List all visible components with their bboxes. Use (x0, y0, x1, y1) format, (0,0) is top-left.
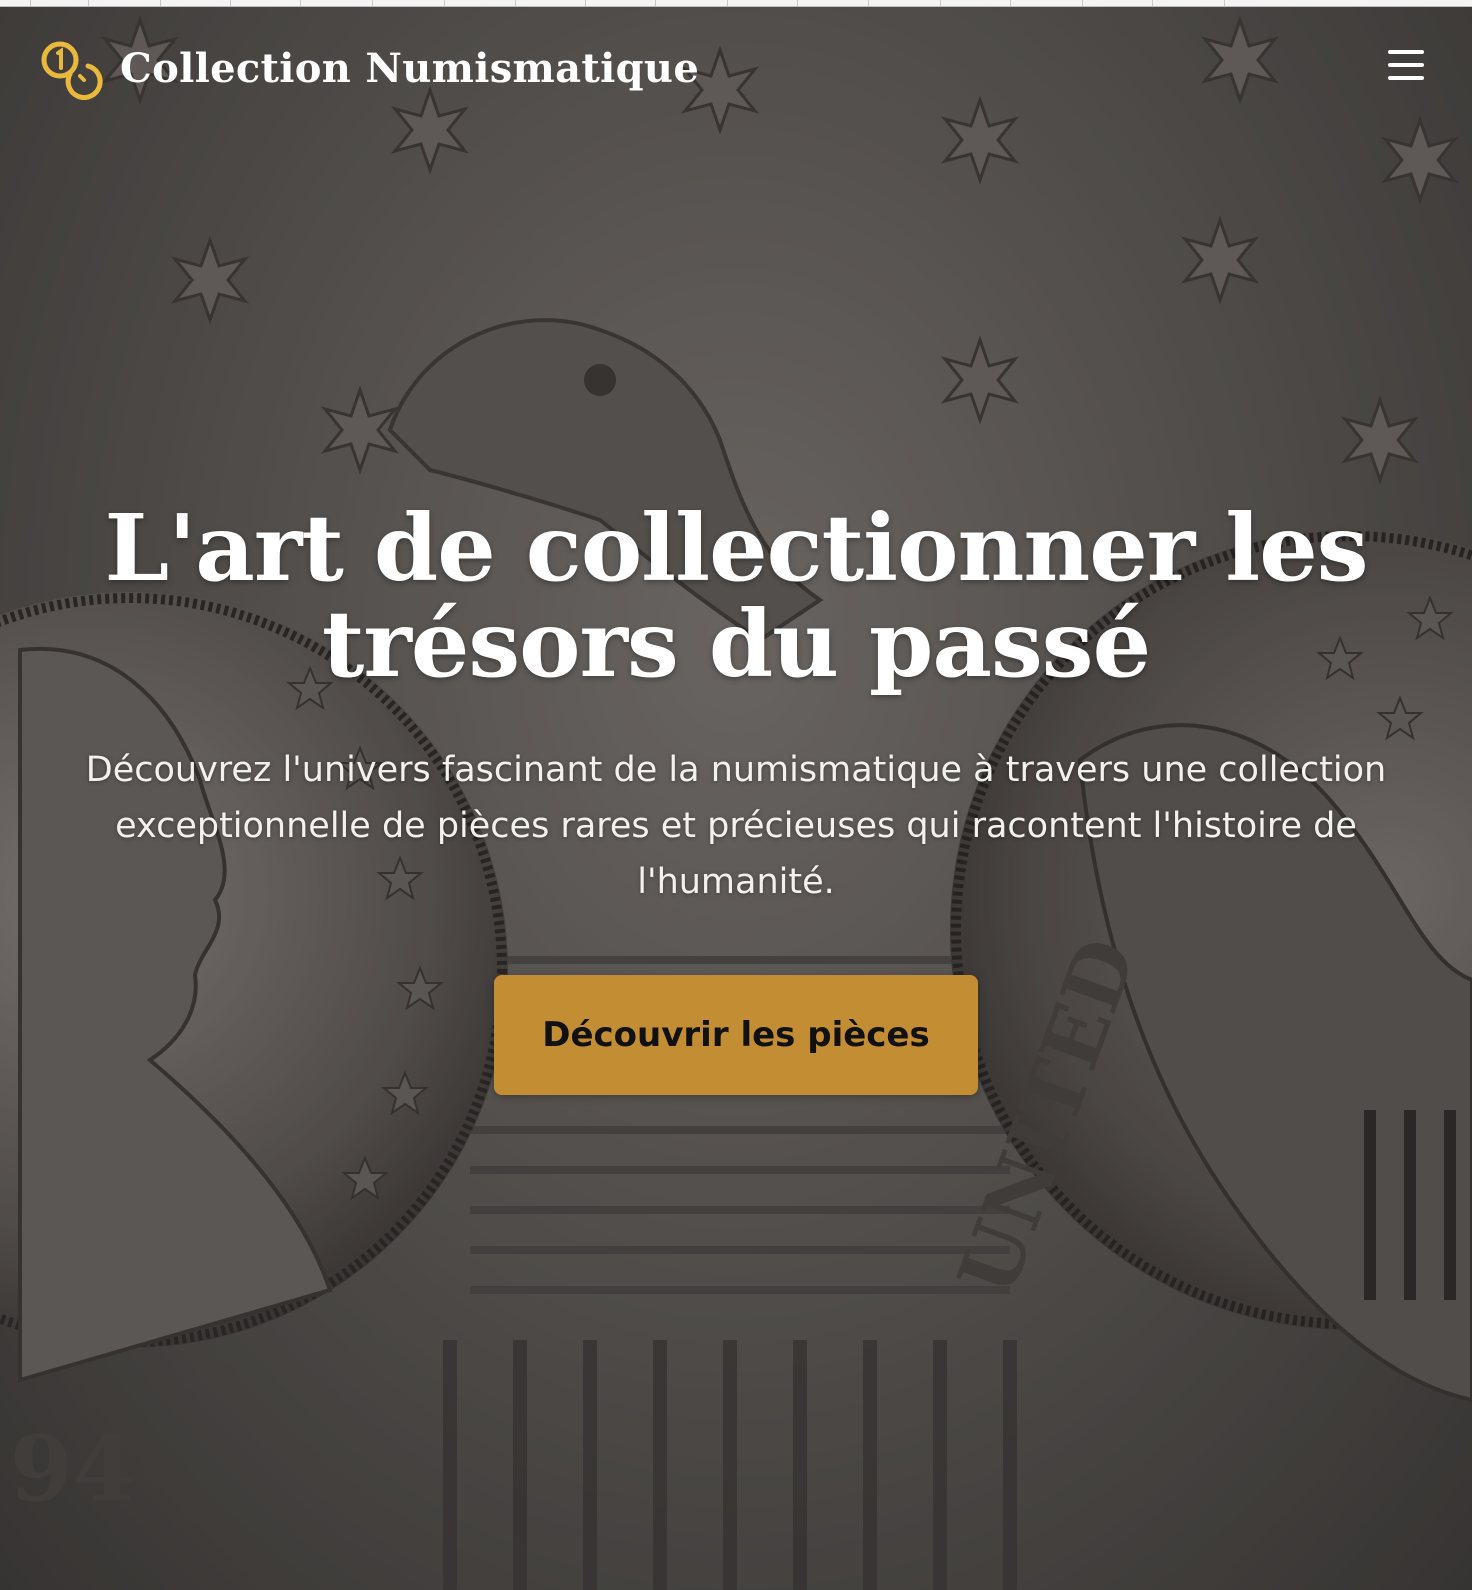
brand[interactable]: Collection Numismatique (40, 36, 699, 100)
hero-subtitle: Découvrez l'univers fascinant de la numi… (85, 750, 1387, 902)
coins-icon (41, 41, 103, 100)
hero-section: L'art de collectionner les trésors du pa… (0, 500, 1472, 910)
brand-title: Collection Numismatique (120, 44, 700, 92)
navbar: Collection Numismatique (0, 6, 1472, 136)
page: 94 UNITED Collection Numismatique L'art … (0, 0, 1472, 1590)
hamburger-menu-icon[interactable] (1384, 46, 1428, 84)
hero-title: L'art de collectionner les trésors du pa… (104, 494, 1368, 698)
browser-top-ruler (0, 0, 1472, 7)
discover-coins-button[interactable]: Découvrir les pièces (494, 975, 978, 1095)
